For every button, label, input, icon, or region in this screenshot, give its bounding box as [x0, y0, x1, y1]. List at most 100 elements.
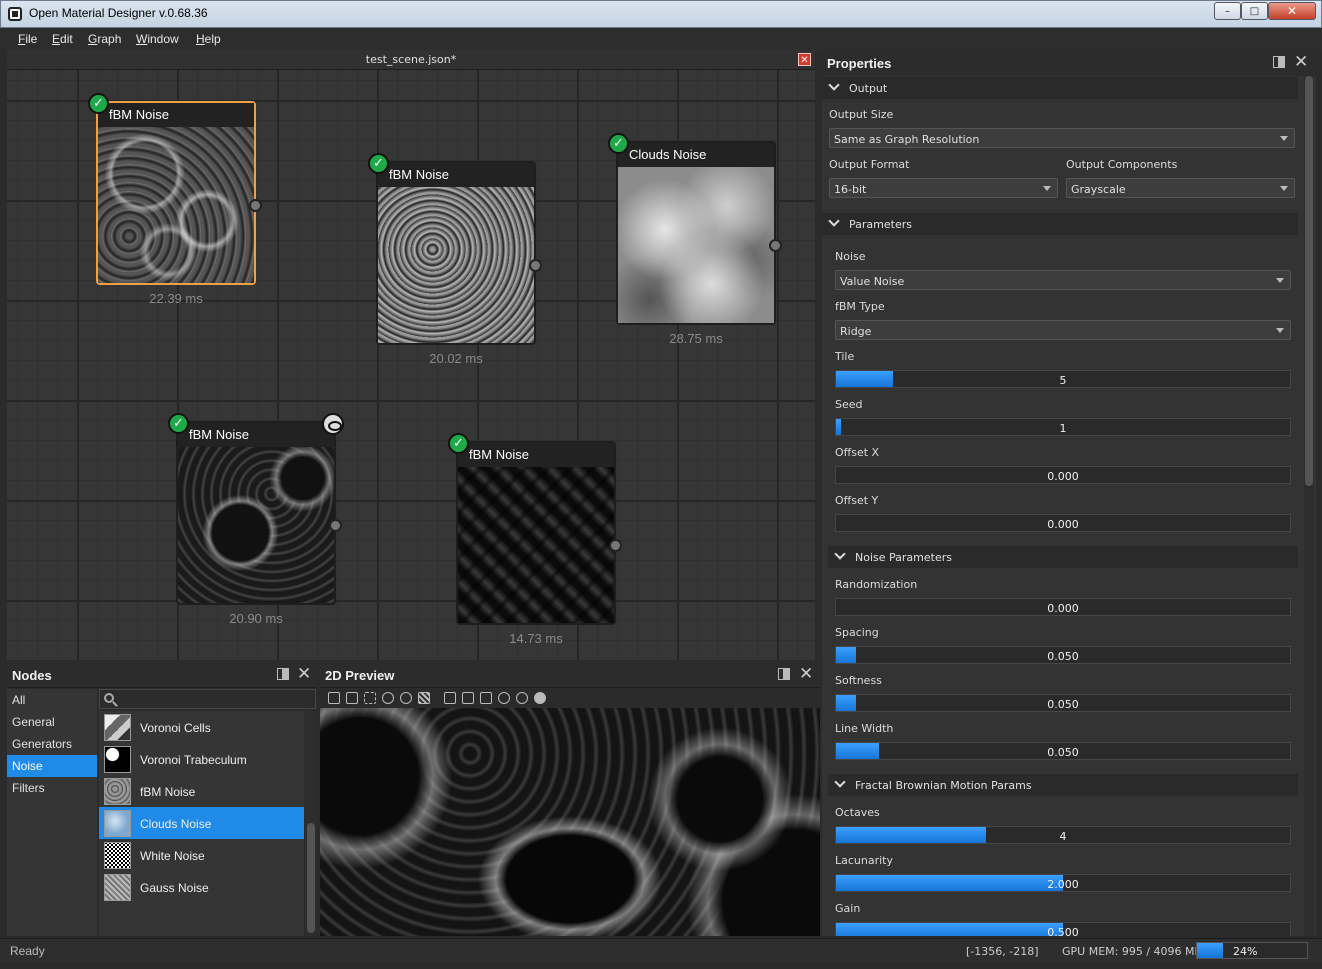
node-search-box[interactable]	[99, 689, 316, 709]
output-port[interactable]	[329, 519, 342, 532]
maximize-button[interactable]: □	[1241, 2, 1268, 20]
randomization-slider[interactable]: 0.000	[835, 598, 1291, 616]
node-category-list: All General Generators Noise Filters	[7, 689, 97, 936]
info-icon[interactable]	[534, 692, 546, 704]
nodes-panel-header: Nodes ✕	[7, 662, 317, 688]
menu-graph[interactable]: Graph	[88, 32, 121, 46]
scrollbar-thumb[interactable]	[307, 823, 315, 933]
refresh-icon[interactable]	[400, 692, 412, 704]
tile-slider[interactable]: 5	[835, 370, 1291, 388]
color-icon[interactable]	[382, 692, 394, 704]
category-noise[interactable]: Noise	[7, 755, 97, 777]
seed-slider[interactable]: 1	[835, 418, 1291, 436]
list-item-voronoi-trabeculum[interactable]: Voronoi Trabeculum	[99, 743, 304, 775]
menu-window[interactable]: Window	[136, 32, 179, 46]
lacunarity-slider[interactable]: 2.000	[835, 874, 1291, 892]
list-item-gauss-noise[interactable]: Gauss Noise	[99, 871, 304, 903]
section-parameters[interactable]: Parameters	[822, 213, 1298, 235]
output-format-value: 16-bit	[834, 183, 867, 196]
properties-scrollbar[interactable]	[1304, 76, 1314, 936]
gain-label: Gain	[835, 902, 861, 915]
minimize-button[interactable]: –	[1214, 2, 1241, 20]
list-item-label: Voronoi Cells	[140, 721, 211, 735]
category-generators[interactable]: Generators	[7, 733, 97, 755]
graph-node-fbm-2[interactable]: fBM Noise ✓	[368, 153, 542, 345]
section-title: Fractal Brownian Motion Params	[855, 779, 1032, 792]
window-title: Open Material Designer v.0.68.36	[29, 6, 208, 20]
list-item-label: Voronoi Trabeculum	[140, 753, 247, 767]
spacing-slider[interactable]: 0.050	[835, 646, 1291, 664]
close-tab-icon[interactable]: ✕	[798, 53, 811, 66]
output-port[interactable]	[609, 539, 622, 552]
fbm-type-dropdown[interactable]: Ridge	[835, 320, 1291, 340]
float-panel-icon[interactable]	[778, 668, 790, 680]
section-title: Output	[849, 82, 888, 95]
float-panel-icon[interactable]	[277, 668, 289, 680]
menu-edit[interactable]: Edit	[52, 32, 73, 46]
save-icon[interactable]	[328, 692, 340, 704]
check-icon: ✓	[88, 93, 109, 114]
menu-file[interactable]: File	[18, 32, 37, 46]
offset-y-slider[interactable]: 0.000	[835, 514, 1291, 532]
output-size-dropdown[interactable]: Same as Graph Resolution	[829, 128, 1295, 148]
softness-slider[interactable]: 0.050	[835, 694, 1291, 712]
tile-value: 5	[1059, 374, 1067, 387]
scrollbar-thumb[interactable]	[1305, 76, 1313, 486]
bookmark-icon[interactable]	[444, 692, 456, 704]
close-panel-icon[interactable]: ✕	[799, 666, 813, 683]
gpu-memory-fill	[1197, 943, 1224, 958]
image-icon[interactable]	[480, 692, 492, 704]
list-item-clouds-noise[interactable]: Clouds Noise	[99, 807, 304, 839]
output-port[interactable]	[249, 199, 262, 212]
list-item-fbm-noise[interactable]: fBM Noise	[99, 775, 304, 807]
output-format-dropdown[interactable]: 16-bit	[829, 178, 1058, 198]
preview-panel-header: 2D Preview ✕	[320, 662, 821, 688]
category-filters[interactable]: Filters	[7, 777, 97, 799]
graph-node-fbm-3[interactable]: fBM Noise ✓	[168, 413, 344, 605]
graph-node-clouds[interactable]: Clouds Noise ✓	[608, 133, 782, 325]
output-size-value: Same as Graph Resolution	[834, 133, 980, 146]
section-fbm-params[interactable]: Fractal Brownian Motion Params	[828, 774, 1298, 796]
section-noise-parameters[interactable]: Noise Parameters	[828, 546, 1298, 568]
close-panel-icon[interactable]: ✕	[1294, 54, 1308, 71]
float-panel-icon[interactable]	[1273, 56, 1285, 68]
node-graph-canvas[interactable]: fBM Noise ✓ 22.39 ms fBM Noise ✓ 20.02 m…	[7, 70, 815, 660]
list-item-white-noise[interactable]: White Noise	[99, 839, 304, 871]
dropdown-arrow-icon	[1280, 136, 1288, 141]
offset-x-slider[interactable]: 0.000	[835, 466, 1291, 484]
category-general[interactable]: General	[7, 711, 97, 733]
octaves-slider[interactable]: 4	[835, 826, 1291, 844]
line-width-slider[interactable]: 0.050	[835, 742, 1291, 760]
gain-slider[interactable]: 0.500	[835, 922, 1291, 936]
tile-grid-icon[interactable]	[346, 692, 358, 704]
eye-icon[interactable]	[322, 413, 344, 435]
list-item-voronoi-cells[interactable]: Voronoi Cells	[99, 711, 304, 743]
graph-node-fbm-4[interactable]: fBM Noise ✓	[448, 433, 622, 625]
preview-image[interactable]	[320, 708, 820, 936]
chevron-down-icon	[834, 776, 846, 788]
output-port[interactable]	[529, 259, 542, 272]
fit-view-icon[interactable]	[364, 692, 376, 704]
node-search-input[interactable]	[118, 691, 308, 707]
output-components-dropdown[interactable]: Grayscale	[1066, 178, 1295, 198]
noise-dropdown[interactable]: Value Noise	[835, 270, 1291, 290]
noise-value: Value Noise	[840, 275, 905, 288]
node-thumbnail	[98, 127, 254, 283]
close-panel-icon[interactable]: ✕	[297, 666, 311, 683]
debug-icon[interactable]	[498, 692, 510, 704]
gpu-memory-percent: 24%	[1233, 945, 1258, 958]
checkerboard-icon[interactable]	[418, 692, 430, 704]
settings-icon[interactable]	[516, 692, 528, 704]
section-output[interactable]: Output	[822, 77, 1298, 99]
menu-help[interactable]: Help	[196, 32, 221, 46]
white-noise-icon	[104, 842, 131, 869]
output-port[interactable]	[769, 239, 782, 252]
close-window-button[interactable]: ✕	[1268, 2, 1316, 20]
properties-title: Properties	[827, 56, 892, 71]
graph-node-fbm-1[interactable]: fBM Noise ✓	[88, 93, 262, 285]
cursor-coords: [-1356, -218]	[966, 945, 1039, 958]
graph-tab-title[interactable]: test_scene.json*	[7, 53, 815, 66]
category-all[interactable]: All	[7, 689, 97, 711]
window-icon[interactable]	[462, 692, 474, 704]
node-list-scrollbar[interactable]	[305, 711, 317, 936]
